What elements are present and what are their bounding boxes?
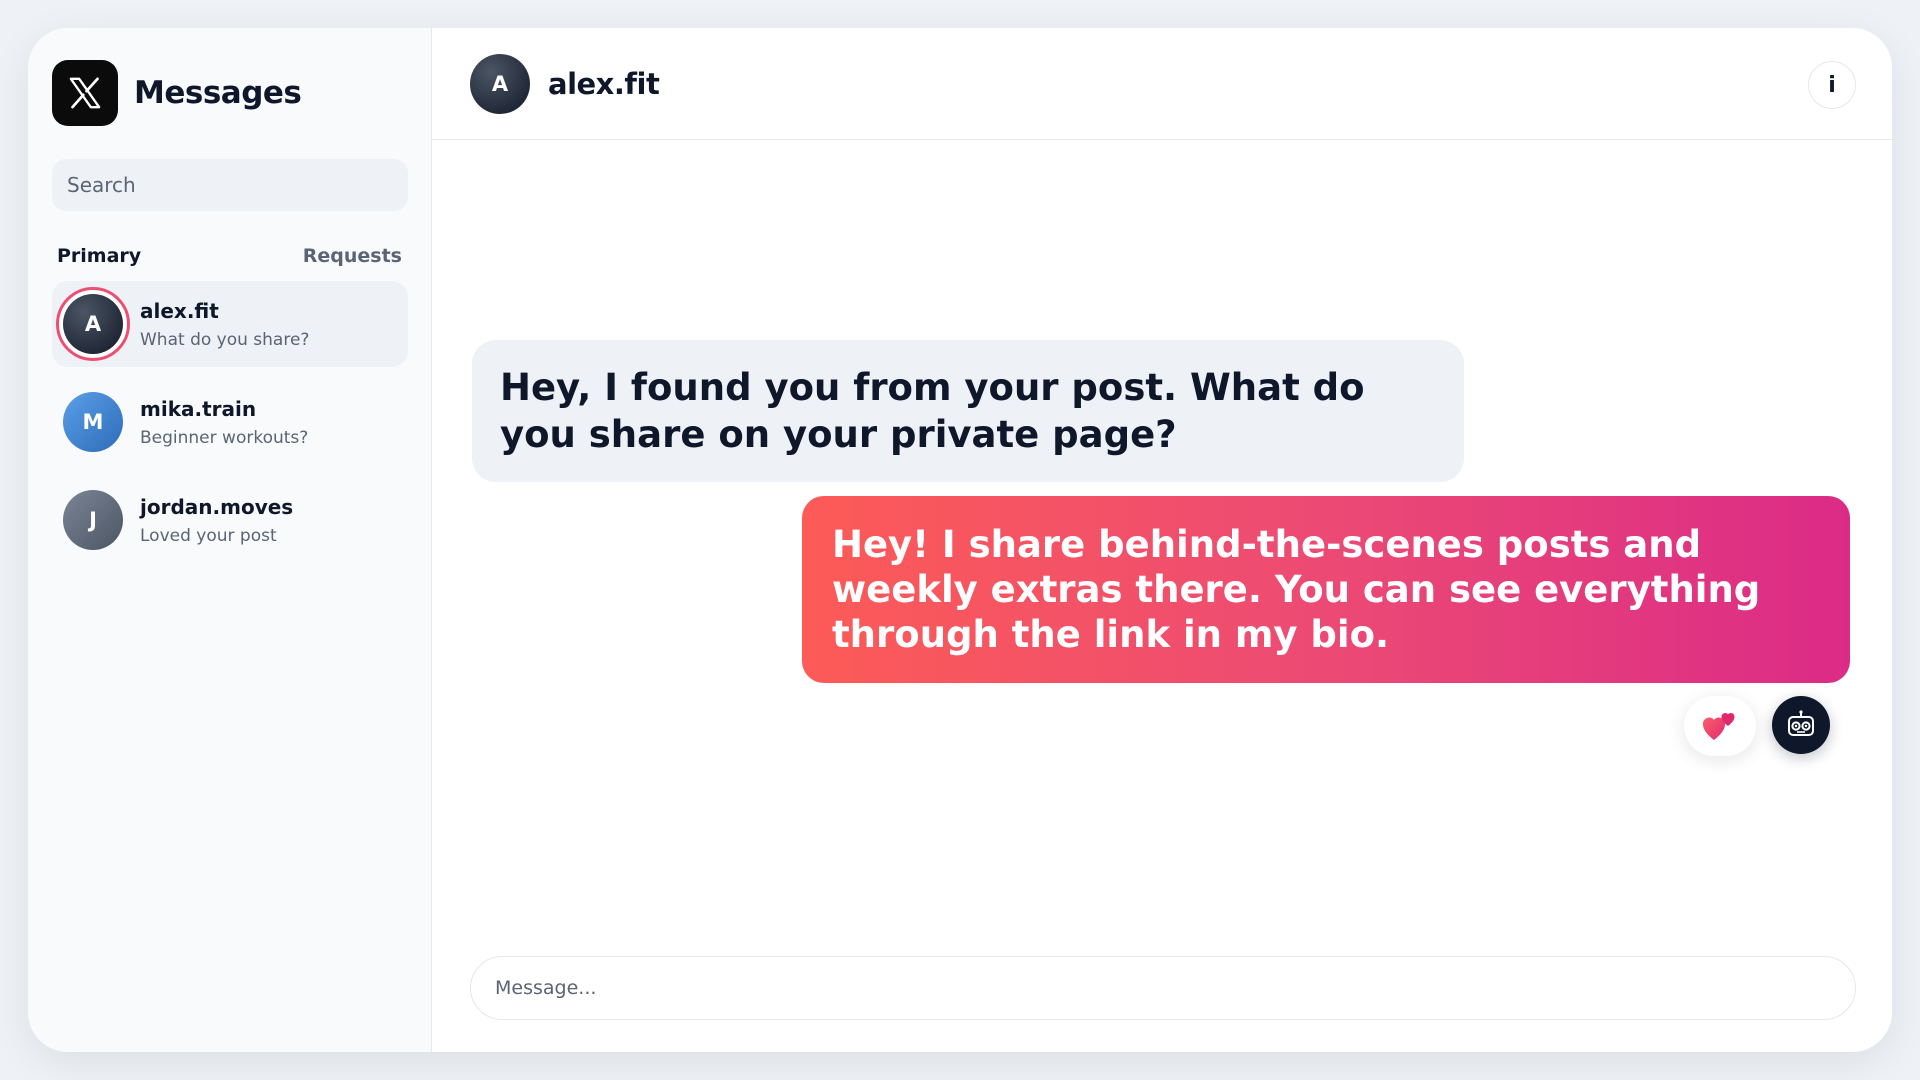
conversation-name: mika.train: [140, 396, 257, 421]
story-ring: A: [56, 287, 130, 361]
assistant-button[interactable]: [1772, 696, 1830, 754]
avatar: M: [63, 392, 123, 452]
message-incoming: Hey, I found you from your post. What do…: [472, 340, 1464, 482]
tab-requests[interactable]: Requests: [303, 245, 402, 267]
chat-title[interactable]: alex.fit: [548, 67, 660, 101]
robot-icon: [1788, 710, 1814, 736]
chat-header: A alex.fit i: [432, 28, 1892, 140]
conversation-item-mika-train[interactable]: M mika.train Beginner workouts?: [52, 379, 408, 465]
conversation-name: jordan.moves: [140, 494, 294, 519]
brand: Messages: [52, 60, 407, 126]
avatar: A: [63, 294, 123, 354]
conversation-preview: Loved your post: [140, 525, 277, 546]
info-icon: i: [1828, 72, 1836, 98]
chat-panel: A alex.fit i Hey, I found you from your …: [432, 28, 1892, 1052]
search-input[interactable]: [52, 159, 408, 211]
conversation-preview: Beginner workouts?: [140, 427, 309, 448]
app-window: Messages Primary Requests A alex.fit Wha…: [28, 28, 1892, 1052]
sidebar: Messages Primary Requests A alex.fit Wha…: [28, 28, 432, 1052]
reaction-button[interactable]: [1684, 696, 1756, 756]
inbox-tabs: Primary Requests: [52, 245, 407, 267]
hearts-icon: [1703, 713, 1735, 740]
chat-avatar[interactable]: A: [470, 53, 530, 114]
conversation-preview: What do you share?: [140, 329, 310, 350]
conversation-name: alex.fit: [140, 298, 219, 323]
conversation-item-alex-fit[interactable]: A alex.fit What do you share?: [52, 281, 408, 367]
x-logo-icon[interactable]: [52, 60, 118, 126]
conversation-item-jordan-moves[interactable]: J jordan.moves Loved your post: [52, 477, 408, 563]
avatar: J: [63, 490, 123, 550]
message-input[interactable]: [470, 956, 1856, 1020]
tab-primary[interactable]: Primary: [57, 245, 141, 267]
info-button[interactable]: i: [1808, 61, 1856, 109]
conversation-list: A alex.fit What do you share? M mika.tra…: [52, 281, 408, 563]
app-title: Messages: [134, 75, 302, 111]
message-outgoing: Hey! I share behind-the-scenes posts and…: [802, 496, 1850, 683]
